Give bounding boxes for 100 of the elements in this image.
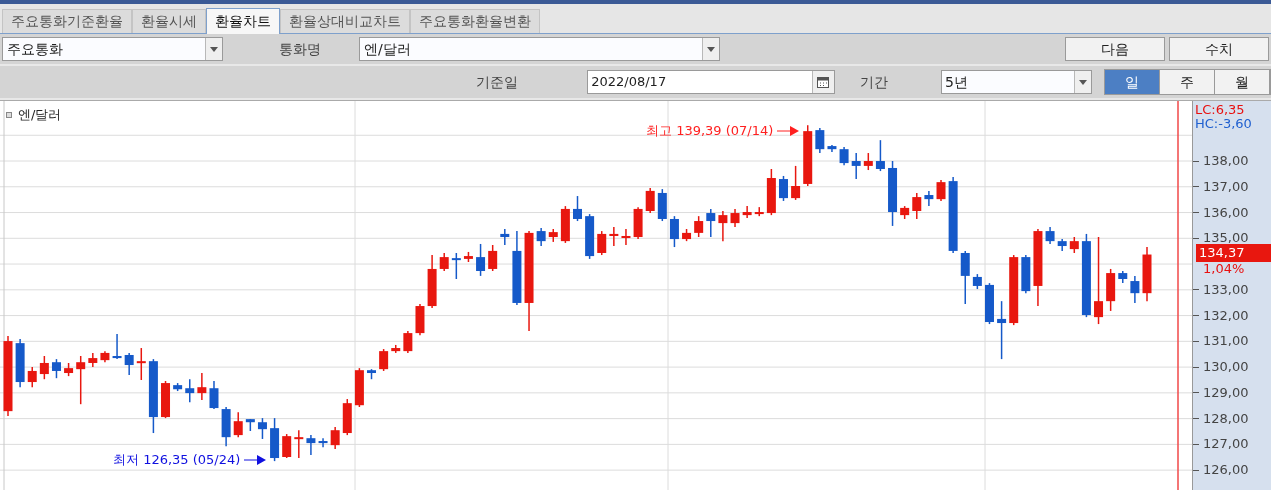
currency-value: 엔/달러 bbox=[363, 39, 412, 59]
axis-tick bbox=[1193, 443, 1199, 445]
candlestick bbox=[597, 230, 607, 256]
interval-toggle[interactable]: 일 bbox=[1105, 70, 1160, 94]
currency-dropdown[interactable]: 엔/달러 bbox=[359, 37, 720, 61]
candlestick bbox=[27, 366, 37, 388]
axis-label: 131,00 bbox=[1203, 334, 1249, 349]
axis-label: 136,00 bbox=[1203, 205, 1249, 220]
candlestick bbox=[730, 208, 740, 228]
candlestick bbox=[875, 139, 885, 172]
candlestick bbox=[669, 215, 679, 248]
candlestick bbox=[718, 210, 728, 242]
candlestick bbox=[439, 252, 449, 272]
candlestick bbox=[851, 152, 861, 180]
candlestick bbox=[960, 250, 970, 305]
action-button[interactable]: 다음 bbox=[1065, 37, 1165, 61]
candlestick bbox=[488, 244, 498, 272]
dropdown-arrow-button[interactable] bbox=[702, 38, 719, 60]
dropdown-arrow-button[interactable] bbox=[1074, 71, 1091, 93]
period-value: 5년 bbox=[944, 72, 969, 92]
candlestick bbox=[1130, 275, 1140, 304]
axis-label: 128,00 bbox=[1203, 411, 1249, 426]
candlestick bbox=[778, 175, 788, 202]
axis-label: 137,00 bbox=[1203, 179, 1249, 194]
calendar-icon bbox=[817, 76, 830, 88]
tab[interactable]: 주요통화기준환율 bbox=[2, 9, 132, 33]
category-value: 주요통화 bbox=[6, 39, 64, 59]
candlestick bbox=[536, 227, 546, 247]
candlestick bbox=[76, 355, 86, 405]
candlestick bbox=[306, 434, 316, 456]
axis-tick bbox=[1193, 392, 1199, 394]
date-field[interactable]: 2022/08/17 bbox=[587, 70, 835, 94]
date-value: 2022/08/17 bbox=[590, 73, 668, 92]
high-annotation: 최고 139,39 (07/14) bbox=[646, 122, 774, 140]
action-button[interactable]: 수치 bbox=[1169, 37, 1269, 61]
interval-toggle[interactable]: 월 bbox=[1215, 70, 1270, 94]
tab[interactable]: 환율차트 bbox=[206, 8, 280, 34]
axis-tick bbox=[1193, 237, 1199, 239]
hc-value: HC:-3,60 bbox=[1195, 117, 1252, 131]
axis-tick bbox=[1193, 366, 1199, 368]
axis-label: 127,00 bbox=[1203, 437, 1249, 452]
candlestick bbox=[294, 429, 304, 459]
change-percent: 1,04% bbox=[1203, 262, 1245, 276]
tab[interactable]: 환율상대비교차트 bbox=[280, 9, 410, 33]
axis-tick bbox=[1193, 212, 1199, 214]
candlestick bbox=[815, 127, 825, 154]
period-label: 기간 bbox=[859, 72, 889, 92]
low-annotation: 최저 126,35 (05/24) bbox=[113, 451, 241, 469]
candlestick bbox=[209, 380, 219, 410]
candlestick bbox=[51, 358, 61, 379]
candlestick bbox=[233, 411, 243, 438]
candlestick bbox=[1094, 236, 1104, 325]
period-dropdown[interactable]: 5년 bbox=[941, 70, 1092, 94]
candlestick bbox=[500, 228, 510, 246]
axis-tick bbox=[1193, 186, 1199, 188]
axis-label: 130,00 bbox=[1203, 360, 1249, 375]
candlestick bbox=[318, 437, 328, 448]
caret-icon bbox=[1079, 79, 1087, 85]
interval-toggle[interactable]: 주 bbox=[1160, 70, 1215, 94]
legend-label: 엔/달러 bbox=[18, 106, 62, 124]
axis-tick bbox=[1193, 340, 1199, 342]
candlestick bbox=[706, 208, 716, 238]
candlestick bbox=[476, 243, 486, 277]
candlestick bbox=[112, 333, 122, 360]
candlestick bbox=[330, 426, 340, 450]
legend-marker-icon bbox=[6, 111, 12, 118]
candlestick bbox=[185, 378, 195, 403]
candlestick bbox=[403, 330, 413, 354]
candlestick bbox=[997, 300, 1007, 360]
axis-label: 132,00 bbox=[1203, 308, 1249, 323]
candlestick bbox=[197, 372, 207, 401]
candlestick bbox=[621, 228, 631, 246]
dropdown-arrow-button[interactable] bbox=[205, 38, 222, 60]
candlestick bbox=[379, 348, 389, 372]
candlestick bbox=[451, 252, 461, 280]
tab[interactable]: 환율시세 bbox=[132, 9, 206, 33]
category-dropdown[interactable]: 주요통화 bbox=[2, 37, 223, 61]
axis-tick bbox=[1193, 418, 1199, 420]
candlestick bbox=[742, 205, 752, 219]
arrow-icon bbox=[244, 454, 267, 465]
arrow-icon bbox=[777, 125, 800, 136]
caret-icon bbox=[707, 46, 715, 52]
axis-label: 133,00 bbox=[1203, 282, 1249, 297]
axis-tick bbox=[1193, 289, 1199, 291]
candlestick bbox=[936, 179, 946, 202]
date-label: 기준일 bbox=[476, 72, 519, 92]
candlestick bbox=[282, 433, 292, 459]
tab[interactable]: 주요통화환율변환 bbox=[410, 9, 540, 33]
axis-label: 135,00 bbox=[1203, 231, 1249, 246]
candlestick bbox=[694, 215, 704, 238]
candlestick bbox=[124, 352, 134, 376]
candlestick bbox=[912, 192, 922, 220]
currency-label: 통화명 bbox=[279, 39, 322, 59]
axis-label: 129,00 bbox=[1203, 385, 1249, 400]
axis-tick bbox=[1193, 160, 1199, 162]
candlestick bbox=[257, 417, 267, 440]
candlestick bbox=[924, 190, 934, 207]
calendar-button[interactable] bbox=[811, 71, 834, 93]
lc-value: LC:6,35 bbox=[1195, 103, 1245, 117]
price-tag: 134,37 bbox=[1196, 244, 1271, 262]
